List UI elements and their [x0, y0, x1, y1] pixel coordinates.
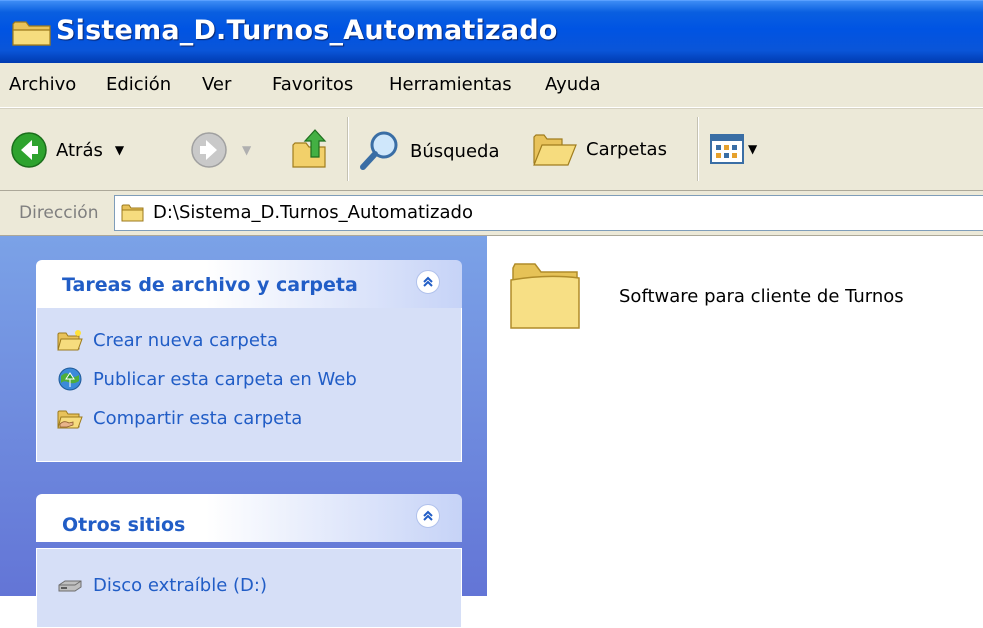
file-tasks-panel: Tareas de archivo y carpeta Crear nueva …	[36, 260, 462, 462]
place-removable-disk[interactable]: Disco extraíble (D:)	[57, 573, 267, 597]
task-pane: Tareas de archivo y carpeta Crear nueva …	[0, 236, 487, 628]
window-title: Sistema_D.Turnos_Automatizado	[56, 15, 558, 46]
address-field[interactable]: D:\Sistema_D.Turnos_Automatizado	[114, 195, 983, 231]
publish-web-icon	[58, 367, 82, 391]
title-bar[interactable]: Sistema_D.Turnos_Automatizado	[0, 0, 983, 63]
folder-item[interactable]: Software para cliente de Turnos	[507, 260, 904, 332]
toolbar: Atrás ▼ ▼ Búsqueda Carpetas ▼	[0, 108, 983, 191]
removable-disk-icon	[58, 580, 82, 592]
up-folder-button[interactable]	[291, 127, 331, 171]
views-button[interactable]: ▼	[710, 134, 757, 164]
file-tasks-title: Tareas de archivo y carpeta	[62, 274, 358, 296]
folder-name: Software para cliente de Turnos	[619, 285, 904, 307]
place-label: Disco extraíble (D:)	[93, 574, 267, 596]
menu-favoritos[interactable]: Favoritos	[272, 74, 353, 95]
folder-icon	[510, 263, 580, 329]
other-places-header[interactable]: Otros sitios	[36, 494, 462, 542]
folder-icon	[121, 204, 144, 222]
task-label: Crear nueva carpeta	[93, 329, 279, 351]
back-arrow-icon	[11, 132, 47, 168]
address-label: Dirección	[19, 203, 99, 223]
address-bar: Dirección D:\Sistema_D.Turnos_Automatiza…	[0, 191, 983, 236]
back-dropdown-icon[interactable]: ▼	[115, 143, 124, 157]
other-places-panel: Otros sitios Disco extraíble (D:)	[36, 494, 462, 628]
forward-arrow-icon	[191, 132, 227, 168]
folders-label: Carpetas	[586, 138, 667, 160]
task-create-folder[interactable]: Crear nueva carpeta	[57, 328, 278, 352]
menu-ver[interactable]: Ver	[202, 74, 231, 95]
views-dropdown-icon[interactable]: ▼	[748, 142, 757, 156]
collapse-icon[interactable]	[416, 270, 440, 294]
address-value: D:\Sistema_D.Turnos_Automatizado	[153, 202, 473, 223]
task-publish-web[interactable]: Publicar esta carpeta en Web	[57, 367, 357, 391]
file-tasks-header[interactable]: Tareas de archivo y carpeta	[36, 260, 462, 308]
up-folder-icon	[292, 129, 327, 168]
forward-button[interactable]: ▼	[190, 131, 251, 169]
folder-icon	[12, 21, 51, 46]
menu-edicion[interactable]: Edición	[106, 74, 171, 95]
other-places-title: Otros sitios	[62, 514, 186, 536]
new-folder-icon	[57, 330, 83, 351]
folders-button[interactable]: Carpetas	[532, 129, 667, 169]
menu-herramientas[interactable]: Herramientas	[389, 74, 512, 95]
views-icon	[710, 134, 744, 164]
share-folder-icon	[57, 410, 83, 429]
task-label: Compartir esta carpeta	[93, 407, 303, 429]
file-list: Software para cliente de Turnos	[487, 236, 983, 596]
menu-ayuda[interactable]: Ayuda	[545, 74, 601, 95]
back-label: Atrás	[56, 139, 103, 161]
toolbar-separator	[697, 117, 699, 181]
menu-archivo[interactable]: Archivo	[9, 74, 76, 95]
other-places-body: Disco extraíble (D:)	[36, 548, 462, 628]
collapse-icon[interactable]	[416, 504, 440, 528]
search-button[interactable]: Búsqueda	[358, 129, 500, 173]
task-share-folder[interactable]: Compartir esta carpeta	[57, 406, 302, 430]
back-button[interactable]: Atrás ▼	[10, 131, 124, 169]
menu-bar: Archivo Edición Ver Favoritos Herramient…	[0, 63, 983, 108]
task-label: Publicar esta carpeta en Web	[93, 368, 357, 390]
file-tasks-body: Crear nueva carpeta Publicar esta carpet…	[36, 308, 462, 462]
forward-dropdown-icon[interactable]: ▼	[242, 143, 251, 157]
folders-icon	[533, 134, 577, 166]
toolbar-separator	[347, 117, 349, 181]
search-icon	[360, 131, 398, 170]
search-label: Búsqueda	[410, 140, 500, 162]
